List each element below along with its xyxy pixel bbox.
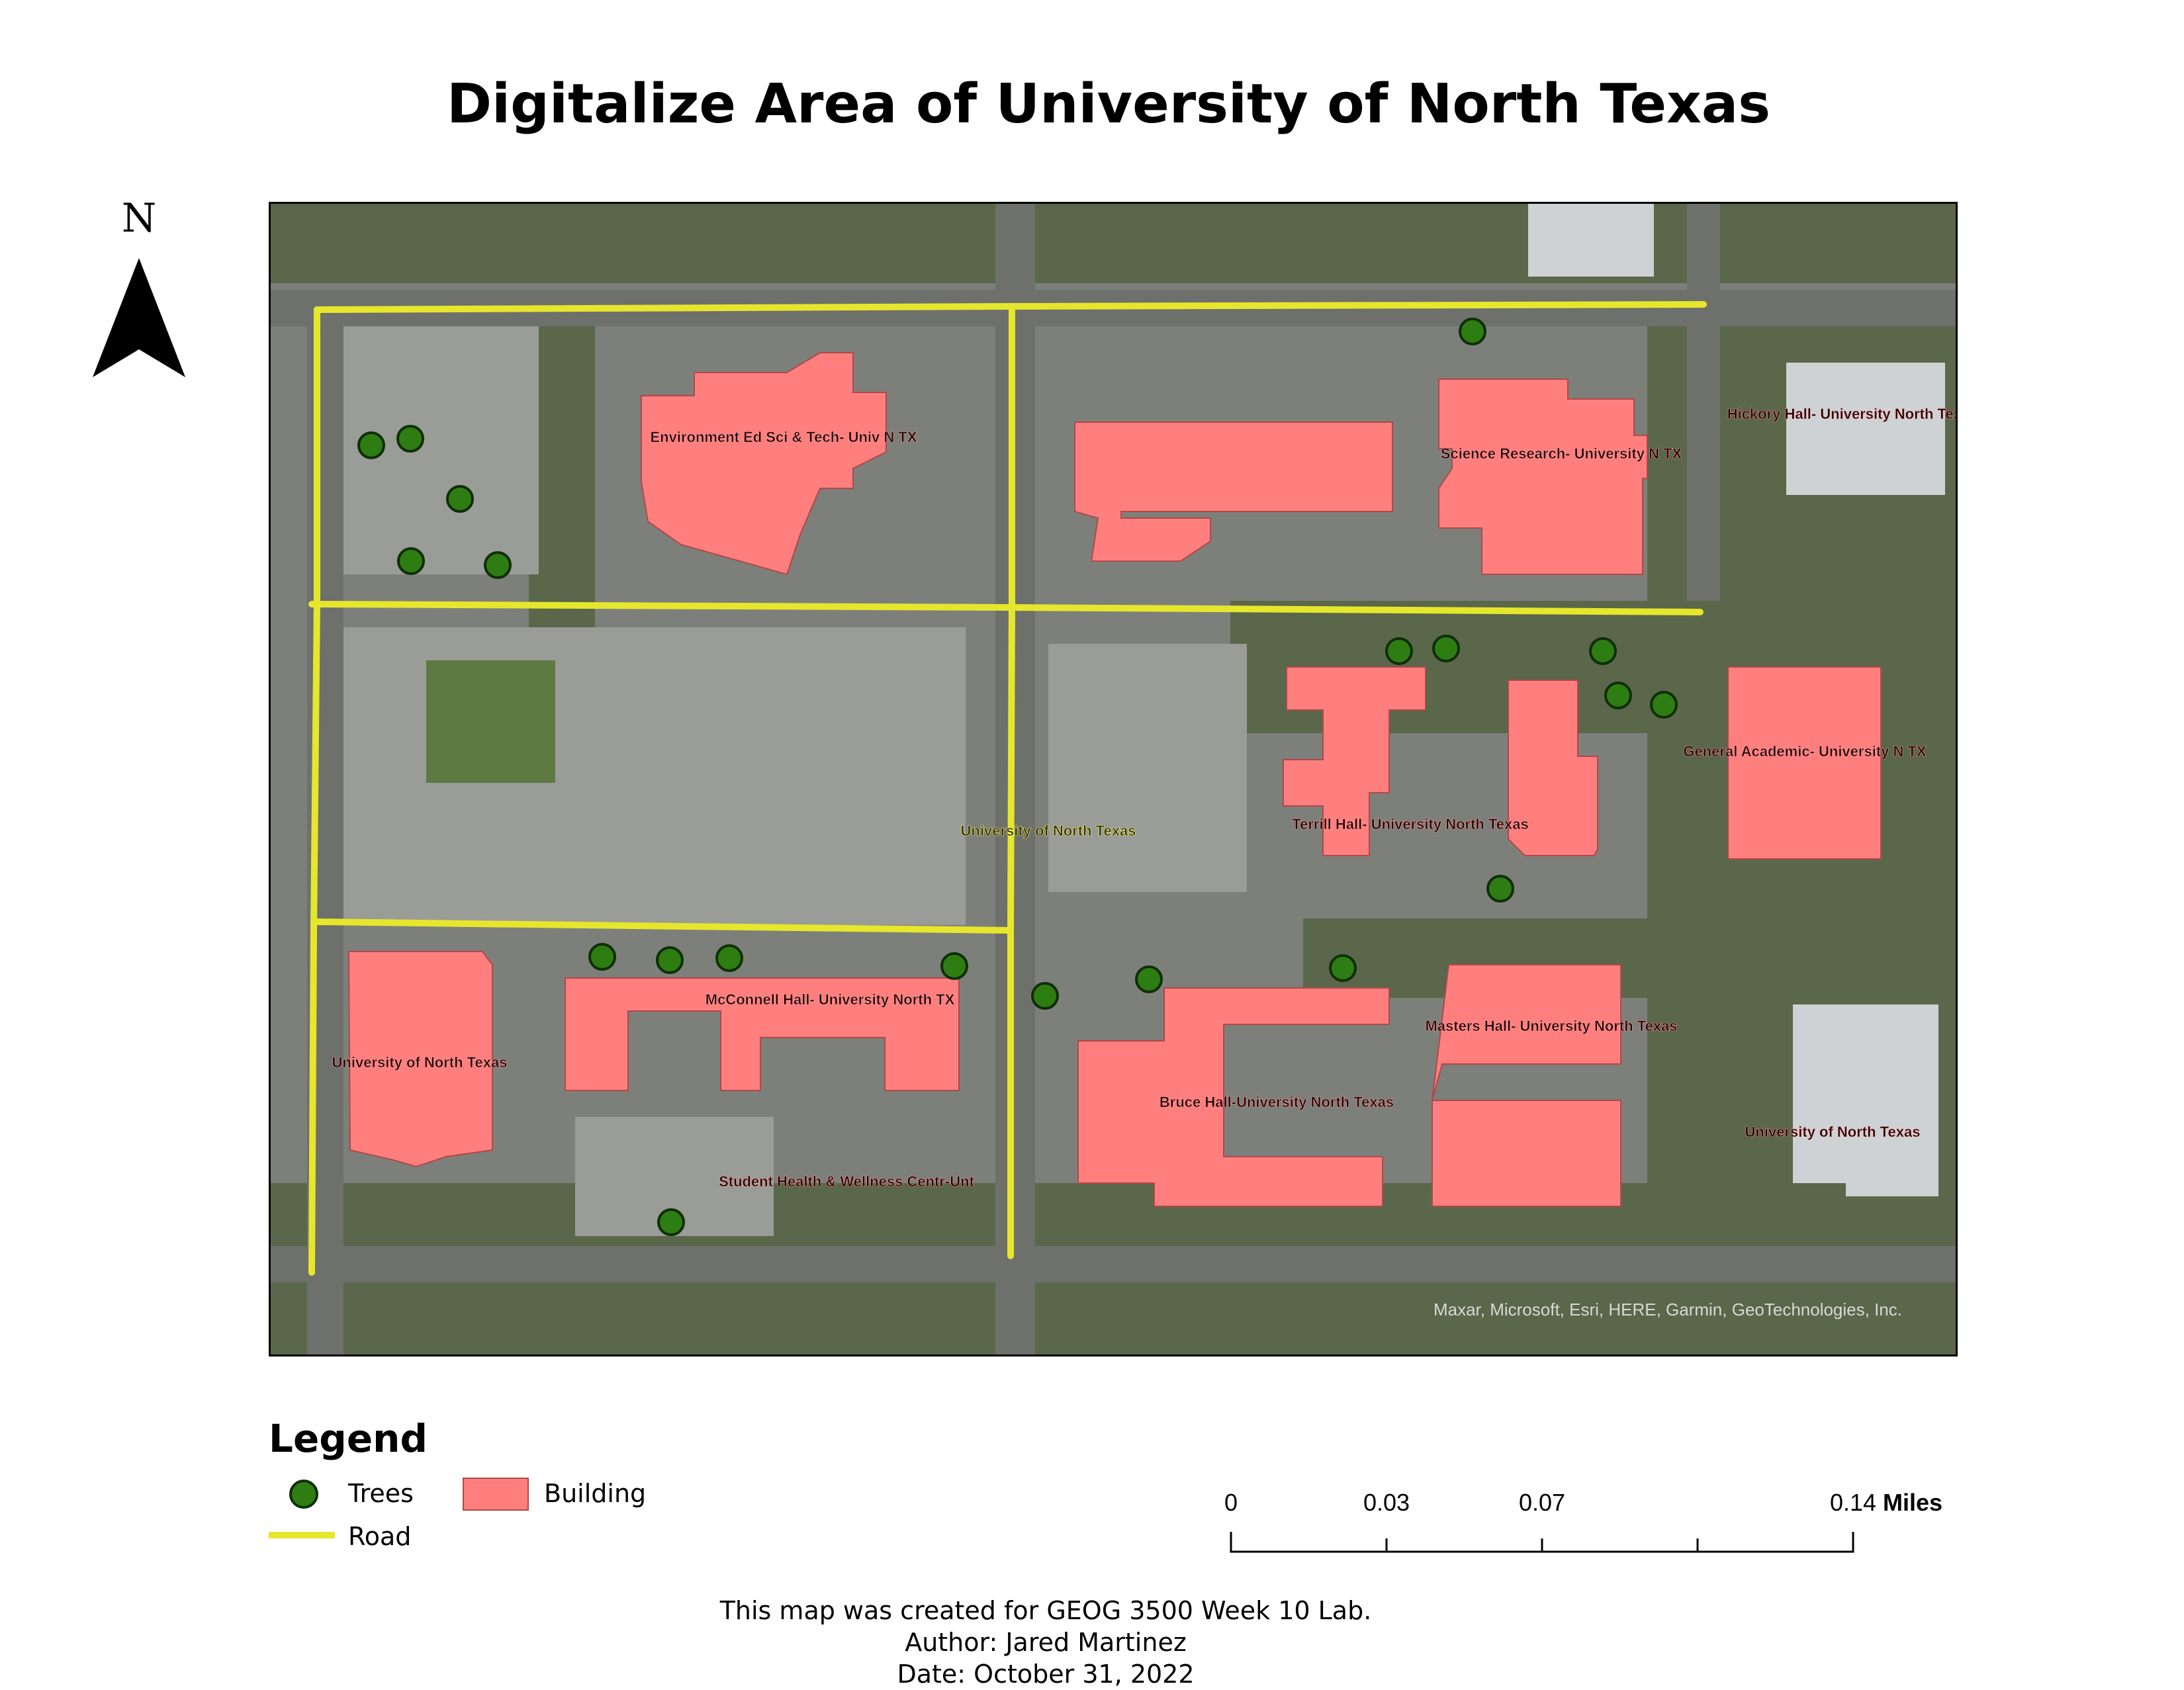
legend-label-building: Building <box>544 1479 647 1508</box>
map-attribution: Maxar, Microsoft, Esri, HERE, Garmin, Ge… <box>1433 1300 1902 1319</box>
label-unt-west: University of North Texas <box>332 1054 508 1071</box>
label-student-health-text: Student Health & Wellness Centr-Unt <box>719 1173 975 1190</box>
label-unt-road-text: University of North Texas <box>961 823 1136 839</box>
road-line-icon <box>269 1532 335 1538</box>
label-unt-west-text: University of North Texas <box>332 1054 508 1071</box>
label-bruce-hall-text: Bruce Hall-University North Texas <box>1160 1094 1394 1110</box>
credits-line-2: Author: Jared Martinez <box>905 1628 1187 1657</box>
label-unt-east-text: University of North Texas <box>1745 1124 1921 1140</box>
legend-title: Legend <box>269 1416 428 1461</box>
legend-label-road: Road <box>348 1522 412 1551</box>
scale-bar: 0 0.03 0.07 0.14 Miles <box>1218 1482 1972 1575</box>
map-title: Digitalize Area of University of North T… <box>446 73 1771 136</box>
label-environment-ed: Environment Ed Sci & Tech- Univ N TX <box>651 429 917 445</box>
north-arrow-icon <box>93 258 185 377</box>
tree-circle-icon <box>289 1480 318 1509</box>
scale-units: Miles <box>1883 1489 1943 1516</box>
label-masters-hall: Masters Hall- University North Texas <box>1425 1018 1677 1034</box>
label-masters-hall-text: Masters Hall- University North Texas <box>1425 1018 1677 1034</box>
label-mcconnell-hall: McConnell Hall- University North TX <box>705 991 955 1008</box>
label-terrill-hall: Terrill Hall- University North Texas <box>1292 816 1528 832</box>
lawn <box>426 660 555 783</box>
map-credits: This map was created for GEOG 3500 Week … <box>0 1595 2091 1690</box>
label-terrill-hall-text: Terrill Hall- University North Texas <box>1292 816 1528 832</box>
building-general-academic <box>1727 666 1882 860</box>
north-arrow: N <box>93 195 185 394</box>
label-science-research: Science Research- University N TX <box>1441 445 1682 462</box>
map-canvas[interactable]: Environment Ed Sci & Tech- Univ N TX Sci… <box>271 204 1956 1355</box>
label-general-academic: General Academic- University N TX <box>1683 743 1927 760</box>
scale-tick-0: 0 <box>1224 1489 1238 1516</box>
scale-tick-1: 0.03 <box>1363 1489 1410 1516</box>
label-hickory-hall: Hickory Hall- University North Texas <box>1727 406 1956 422</box>
north-letter: N <box>121 195 157 242</box>
scale-bar-graphic <box>1230 1532 1854 1553</box>
label-student-health: Student Health & Wellness Centr-Unt <box>719 1173 975 1190</box>
label-general-academic-text: General Academic- University N TX <box>1683 743 1927 760</box>
building-swatch-icon <box>463 1478 529 1511</box>
legend-label-trees: Trees <box>348 1479 414 1508</box>
label-unt-east: University of North Texas <box>1745 1124 1921 1140</box>
credits-line-3: Date: October 31, 2022 <box>897 1660 1195 1689</box>
label-unt-road: University of North Texas <box>961 823 1136 839</box>
credits-line-1: This map was created for GEOG 3500 Week … <box>719 1596 1372 1625</box>
scale-tick-2: 0.07 <box>1518 1489 1566 1516</box>
scale-tick-3: 0.14 <box>1829 1489 1877 1516</box>
legend: Legend Trees Building Road <box>269 1416 732 1581</box>
label-hickory-hall-text: Hickory Hall- University North Texas <box>1727 406 1956 422</box>
label-mcconnell-hall-text: McConnell Hall- University North TX <box>705 991 955 1008</box>
label-environment-ed-1: Environment Ed Sci & Tech- Univ N TX <box>651 429 917 445</box>
label-bruce-hall: Bruce Hall-University North Texas <box>1160 1094 1394 1110</box>
map-frame[interactable]: Environment Ed Sci & Tech- Univ N TX Sci… <box>269 202 1958 1356</box>
label-science-research-text: Science Research- University N TX <box>1441 445 1682 462</box>
